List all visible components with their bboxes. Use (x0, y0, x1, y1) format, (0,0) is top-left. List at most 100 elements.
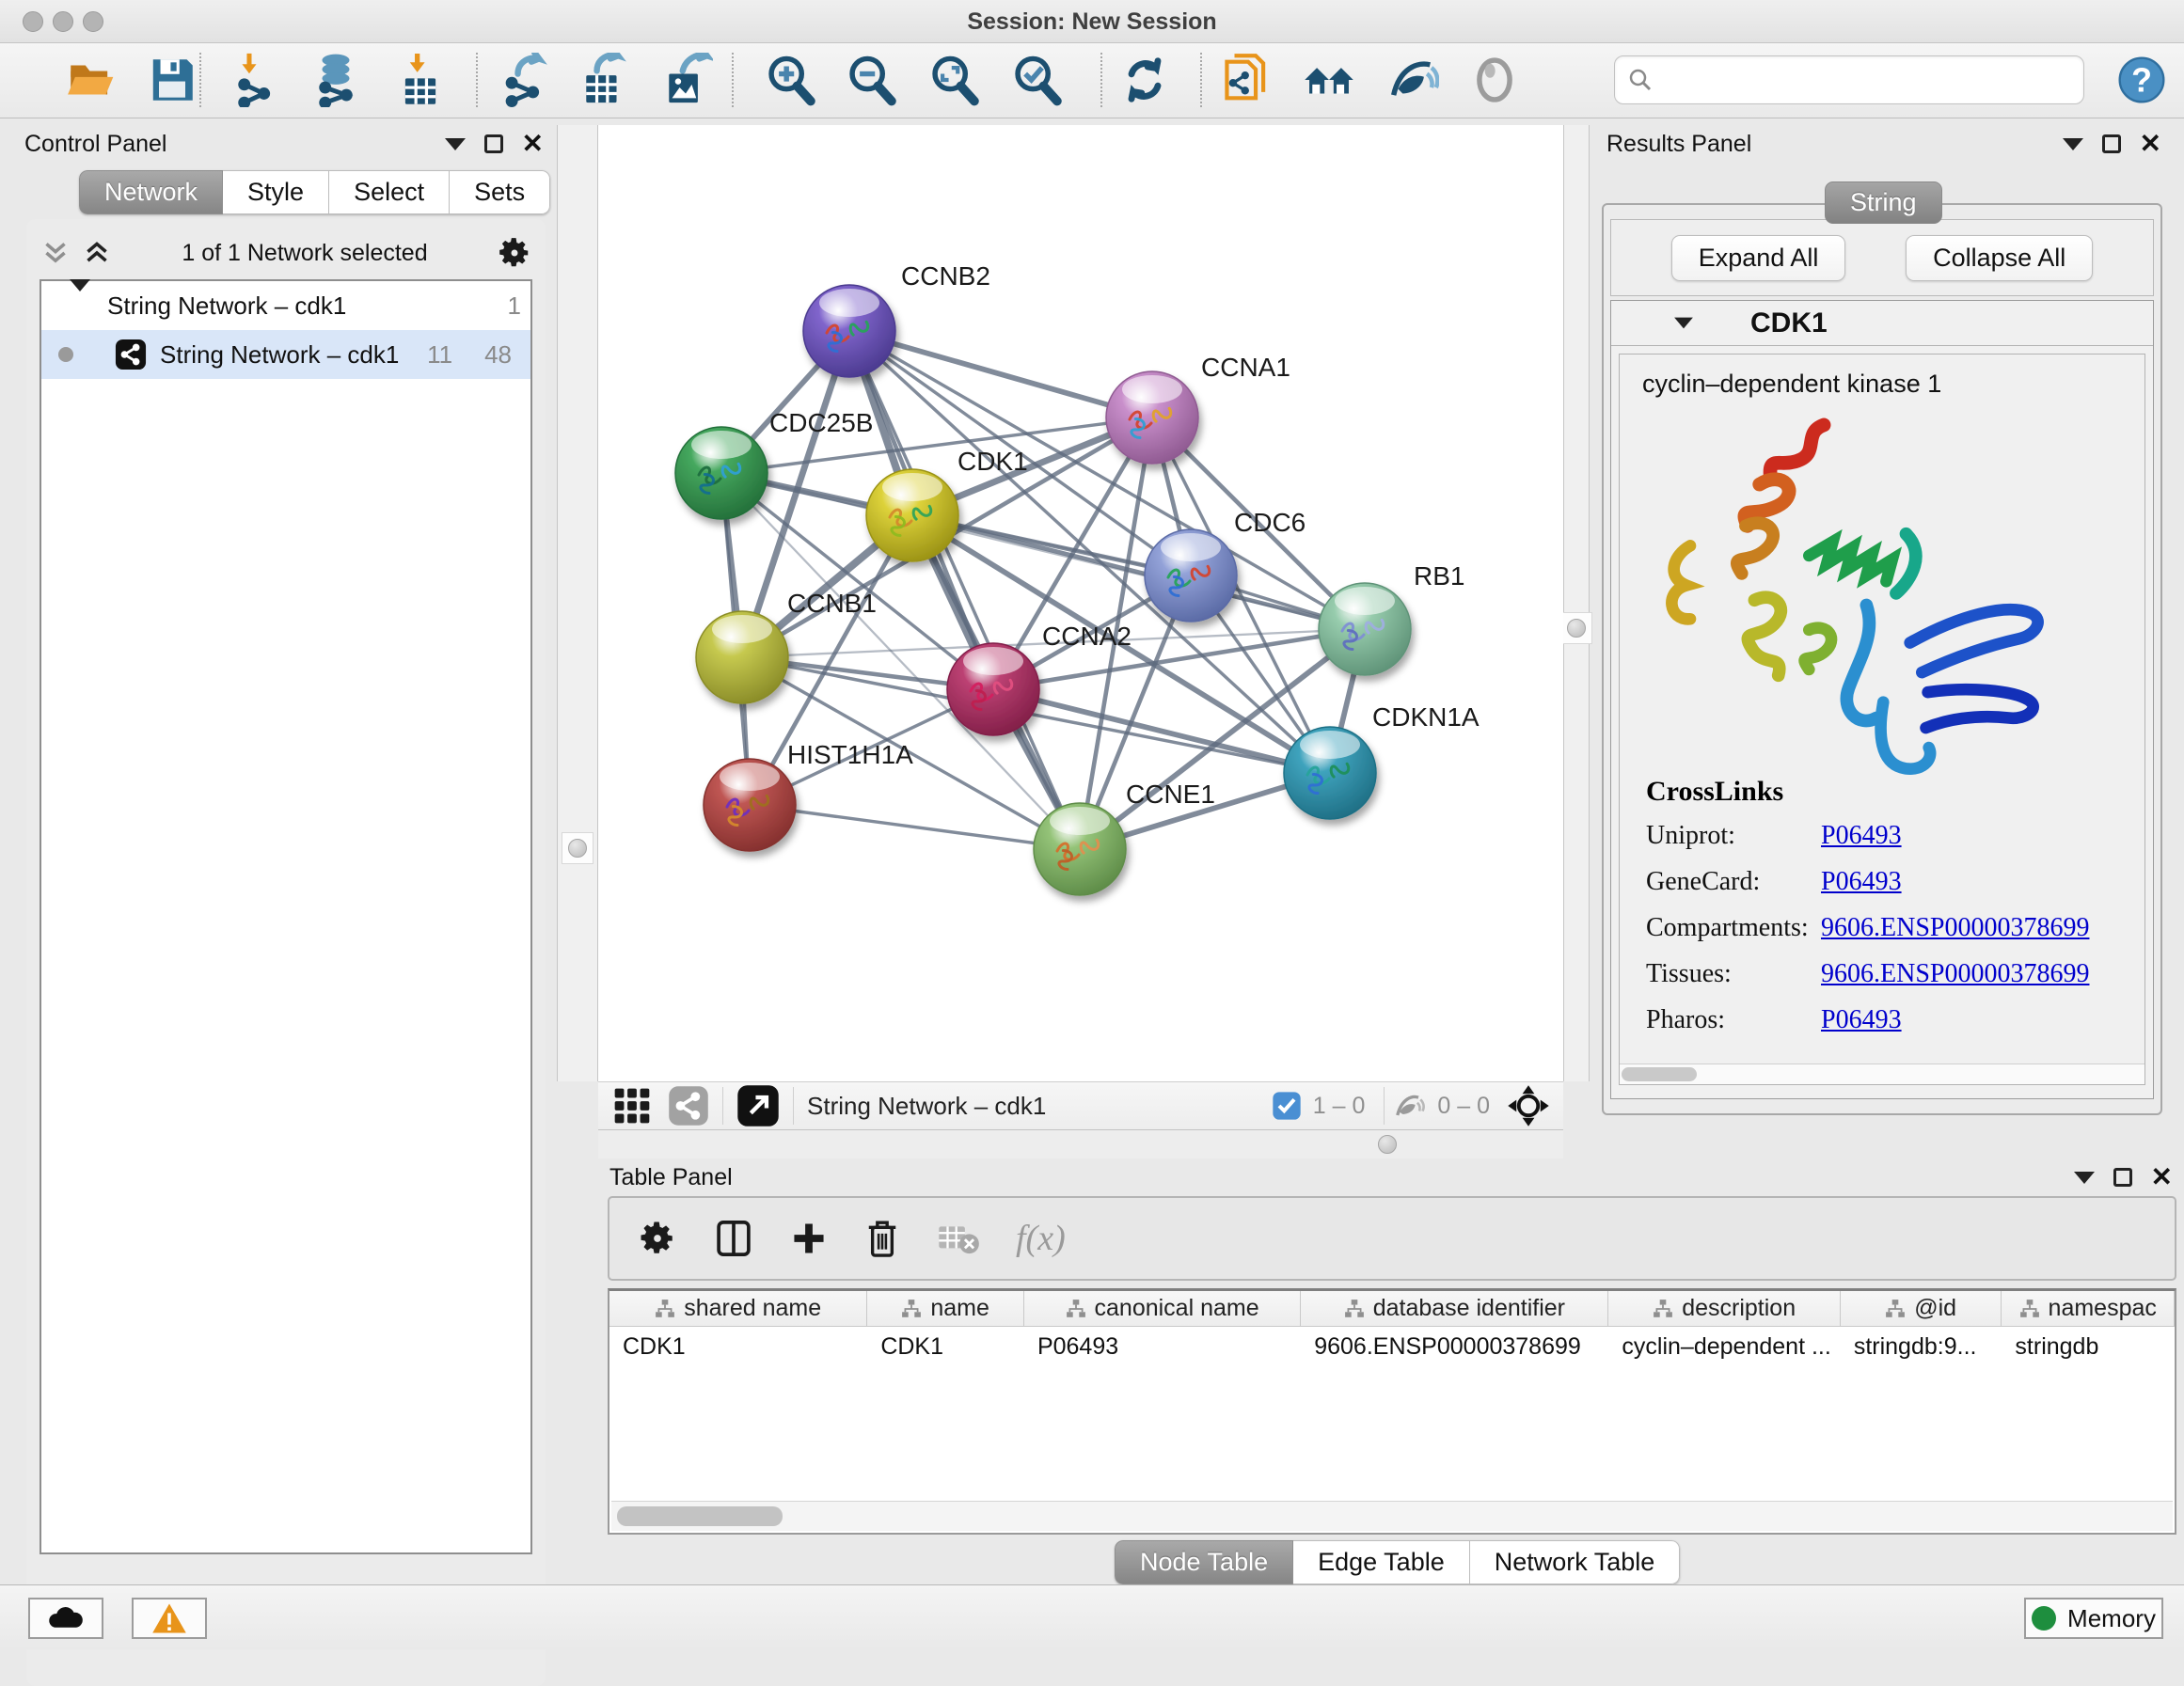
table-panel-title: Table Panel (609, 1164, 733, 1191)
close-panel-icon[interactable]: ✕ (522, 134, 544, 153)
table-cell: 9606.ENSP00000378699 (1301, 1327, 1608, 1366)
collapse-entry-icon[interactable] (1674, 318, 1693, 329)
tab-edge-table[interactable]: Edge Table (1293, 1540, 1470, 1584)
edge-HIST1H1A-CCNE1[interactable] (750, 805, 1080, 849)
crosslink-link[interactable]: 9606.ENSP00000378699 (1821, 959, 2089, 989)
right-splitter[interactable] (1563, 125, 1590, 1081)
collection-count: 1 (508, 292, 521, 321)
column-header-shared-name[interactable]: shared name (609, 1291, 867, 1326)
gear-icon[interactable] (497, 235, 532, 271)
bottom-splitter[interactable] (598, 1130, 1563, 1158)
node-CDC6[interactable] (1145, 529, 1237, 622)
entry-header[interactable]: CDK1 (1611, 301, 2153, 346)
table-h-scrollbar[interactable] (611, 1501, 2173, 1531)
warning-button[interactable] (132, 1598, 207, 1639)
tab-node-table[interactable]: Node Table (1115, 1540, 1293, 1584)
export-image-icon[interactable] (657, 51, 715, 109)
column-header-namespac[interactable]: namespac (2002, 1291, 2175, 1326)
toolbar-separator (199, 53, 201, 107)
network-collection-row[interactable]: String Network – cdk1 1 (41, 281, 530, 330)
tab-style[interactable]: Style (223, 170, 329, 214)
open-session-icon[interactable] (62, 51, 120, 109)
column-header-name[interactable]: name (867, 1291, 1024, 1326)
collapse-all-icon[interactable] (40, 239, 71, 267)
node-CDKN1A[interactable] (1284, 727, 1376, 819)
column-header-database-identifier[interactable]: database identifier (1301, 1291, 1608, 1326)
entry-scrollbar[interactable] (1620, 1064, 2144, 1084)
zoom-out-icon[interactable] (843, 51, 901, 109)
collapse-panel-icon[interactable] (445, 138, 466, 150)
network-node-count: 11 (427, 340, 452, 370)
import-database-icon[interactable] (307, 51, 365, 109)
zoom-fit-icon[interactable] (926, 51, 984, 109)
tab-sets[interactable]: Sets (450, 170, 550, 214)
column-header-@id[interactable]: @id (1841, 1291, 2002, 1326)
node-CCNB1[interactable] (696, 611, 788, 703)
zoom-selected-icon[interactable] (1008, 51, 1067, 109)
birdseye-navigator-icon[interactable] (1507, 1084, 1550, 1127)
crosslink-link[interactable]: 9606.ENSP00000378699 (1821, 913, 2089, 943)
selected-checkbox-icon[interactable] (1272, 1091, 1302, 1121)
refresh-icon[interactable] (1116, 51, 1174, 109)
node-CCNA2[interactable] (947, 643, 1039, 735)
collapse-all-button[interactable]: Collapse All (1906, 235, 2093, 281)
network-row-selected[interactable]: String Network – cdk1 11 48 (41, 330, 530, 379)
tab-select[interactable]: Select (329, 170, 450, 214)
table-cell: stringdb (2002, 1327, 2175, 1366)
node-RB1[interactable] (1319, 583, 1411, 675)
edge-CCNB2-CCNE1[interactable] (849, 331, 1080, 849)
float-panel-icon[interactable] (2102, 134, 2121, 153)
table-row[interactable]: CDK1CDK1P064939606.ENSP00000378699cyclin… (609, 1327, 2175, 1366)
node-HIST1H1A[interactable] (704, 759, 796, 851)
tab-network[interactable]: Network (79, 170, 223, 214)
node-table[interactable]: shared namenamecanonical namedatabase id… (608, 1288, 2176, 1535)
node-CDC25B[interactable] (675, 427, 768, 519)
node-CCNE1[interactable] (1034, 803, 1126, 895)
crosslink-link[interactable]: P06493 (1821, 821, 1902, 851)
string-view-icon[interactable] (668, 1085, 709, 1127)
float-panel-icon[interactable] (2113, 1168, 2132, 1187)
import-table-icon[interactable] (391, 51, 450, 109)
expand-all-icon[interactable] (81, 239, 113, 267)
grid-view-icon[interactable] (611, 1085, 653, 1127)
column-header-description[interactable]: description (1608, 1291, 1840, 1326)
trash-icon[interactable] (863, 1218, 901, 1259)
column-header-canonical-name[interactable]: canonical name (1024, 1291, 1301, 1326)
expand-all-button[interactable]: Expand All (1671, 235, 1846, 281)
crosslink-link[interactable]: P06493 (1821, 1005, 1902, 1035)
collapse-panel-icon[interactable] (2063, 138, 2083, 150)
import-network-icon[interactable] (226, 51, 284, 109)
save-session-icon[interactable] (143, 51, 201, 109)
left-splitter[interactable] (557, 125, 598, 1081)
float-panel-icon[interactable] (484, 134, 503, 153)
export-network-icon[interactable] (495, 51, 553, 109)
crosslink-label: Uniprot: (1646, 821, 1821, 851)
close-panel-icon[interactable]: ✕ (2140, 134, 2161, 153)
crosslink-link[interactable]: P06493 (1821, 867, 1902, 897)
tab-string[interactable]: String (1825, 181, 1942, 224)
control-panel-title: Control Panel (24, 131, 166, 158)
close-panel-icon[interactable]: ✕ (2151, 1168, 2173, 1187)
collapse-panel-icon[interactable] (2074, 1172, 2095, 1184)
network-canvas[interactable]: CCNB2CCNA1CDC25BCDK1CDC6RB1CCNB1CCNA2CDK… (598, 125, 1563, 1081)
tab-network-table[interactable]: Network Table (1470, 1540, 1681, 1584)
columns-icon[interactable] (713, 1218, 754, 1259)
help-icon[interactable]: ? (2113, 51, 2171, 109)
node-CDK1[interactable] (866, 469, 958, 561)
homes-icon[interactable] (1300, 51, 1358, 109)
node-CCNB2[interactable] (803, 285, 895, 377)
node-CCNA1[interactable] (1106, 371, 1198, 464)
hide-eye-icon[interactable] (1383, 51, 1441, 109)
cloud-button[interactable] (28, 1598, 103, 1639)
add-icon[interactable] (790, 1220, 828, 1257)
zoom-in-icon[interactable] (762, 51, 820, 109)
show-eye-icon[interactable] (1465, 51, 1524, 109)
document-share-icon[interactable] (1219, 51, 1277, 109)
open-in-window-icon[interactable] (736, 1084, 780, 1127)
expand-collection-icon[interactable] (70, 279, 90, 320)
memory-button[interactable]: Memory (2024, 1598, 2163, 1639)
export-table-icon[interactable] (574, 51, 632, 109)
svg-text:?: ? (2131, 61, 2152, 99)
search-input[interactable] (1654, 67, 2068, 93)
table-gear-icon[interactable] (638, 1219, 677, 1258)
